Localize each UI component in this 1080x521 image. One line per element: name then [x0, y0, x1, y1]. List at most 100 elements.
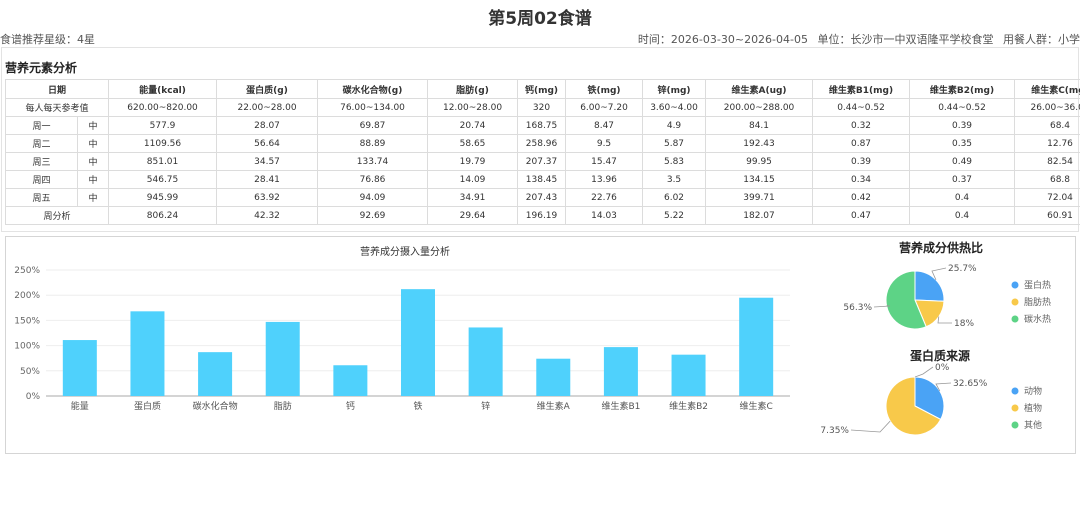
- table-cell: 63.92: [216, 188, 319, 207]
- table-cell: 0.37: [909, 170, 1016, 189]
- table-row: 周五中 945.99 63.92 94.09 34.91 207.43 22.76 6.02 3…: [5, 188, 1080, 207]
- data-label: 18%: [954, 319, 974, 329]
- x-tick-label: 脂肪: [274, 400, 292, 412]
- column-header: 维生素B2(mg): [909, 79, 1016, 99]
- table-cell: 0.42: [812, 188, 911, 207]
- x-tick-label: 维生素B2: [669, 400, 708, 412]
- table-cell: 399.71: [705, 188, 814, 207]
- table-cell: 14.09: [427, 170, 519, 189]
- table-cell: 14.03: [565, 206, 644, 225]
- table-cell: 6.02: [642, 188, 707, 207]
- recipe-meta: 时间：2026-03-30~2026-04-05 单位：长沙市一中双语隆平学校食…: [632, 31, 1080, 47]
- recipe-group: 用餐人群：小学: [1003, 33, 1080, 46]
- bar: [401, 289, 435, 396]
- table-row: 周二中 1109.56 56.64 88.89 58.65 258.96 9.5 5.87 19…: [5, 134, 1080, 153]
- data-label: 32.65%: [953, 379, 988, 389]
- column-header: 铁(mg): [565, 79, 644, 99]
- column-header: 碳水化合物(g): [317, 79, 429, 99]
- column-header: 维生素B1(mg): [812, 79, 911, 99]
- nutrition-section-title: 营养元素分析: [5, 61, 78, 75]
- table-cell: 69.87: [317, 116, 429, 135]
- table-cell: 42.32: [216, 206, 319, 225]
- legend-label: 其他: [1024, 419, 1042, 431]
- table-cell: 82.54: [1014, 152, 1080, 171]
- table-cell: 0.39: [812, 152, 911, 171]
- table-cell: 0.44~0.52: [812, 98, 911, 117]
- table-cell: 168.75: [517, 116, 567, 135]
- table-cell: 945.99: [108, 188, 218, 207]
- y-tick-label: 150%: [14, 316, 40, 326]
- table-cell: 0.44~0.52: [909, 98, 1016, 117]
- column-header: 维生素A(ug): [705, 79, 814, 99]
- table-cell: 207.37: [517, 152, 567, 171]
- table-row: 周四中 546.75 28.41 76.86 14.09 138.45 13.96 3.5 13…: [5, 170, 1080, 189]
- bar: [265, 321, 300, 396]
- table-cell: 851.01: [108, 152, 218, 171]
- table-cell: 20.74: [427, 116, 519, 135]
- column-header: 维生素C(mg): [1014, 79, 1080, 99]
- y-tick-label: 200%: [14, 291, 40, 301]
- column-header-date: 日期: [4, 79, 110, 99]
- table-cell: 99.95: [705, 152, 814, 171]
- leader-line: [937, 316, 952, 324]
- table-cell: 0.87: [812, 134, 911, 153]
- table-cell: 620.00~820.00: [108, 98, 218, 117]
- table-cell: 19.79: [427, 152, 519, 171]
- data-label: 67.35%: [820, 426, 849, 436]
- table-cell: 6.00~7.20: [565, 98, 644, 117]
- legend-label: 蛋白热: [1024, 279, 1051, 291]
- day-cell: 周四: [5, 170, 78, 189]
- table-cell: 577.9: [108, 116, 218, 135]
- summary-label: 周分析: [4, 206, 110, 225]
- meal-cell: 中: [76, 116, 110, 135]
- table-cell: 4.9: [642, 116, 707, 135]
- legend-label: 碳水热: [1024, 313, 1051, 325]
- table-cell: 258.96: [517, 134, 567, 153]
- y-tick-label: 0%: [26, 392, 41, 402]
- x-tick-label: 碳水化合物: [193, 400, 238, 412]
- table-cell: 0.32: [812, 116, 911, 135]
- y-tick-label: 50%: [20, 367, 40, 377]
- recipe-rating: 食谱推荐星级：4星: [0, 33, 95, 46]
- legend-label: 脂肪热: [1024, 296, 1051, 308]
- legend-marker: [1011, 421, 1019, 429]
- meal-cell: 中: [76, 170, 110, 189]
- table-cell: 192.43: [705, 134, 814, 153]
- x-tick-label: 维生素C: [740, 400, 773, 412]
- table-header-row: 日期 能量(kcal) 蛋白质(g) 碳水化合物(g) 脂肪(g) 钙(mg) 铁(mg) 锌…: [4, 79, 1080, 99]
- protein-source-pie-chart: 32.65% 67.35% 0% 动物植物其他: [820, 363, 1042, 436]
- bar: [739, 297, 774, 396]
- table-cell: 3.60~4.00: [642, 98, 707, 117]
- table-cell: 200.00~288.00: [705, 98, 814, 117]
- table-cell: 806.24: [108, 206, 218, 225]
- table-cell: 22.00~28.00: [216, 98, 319, 117]
- table-cell: 207.43: [517, 188, 567, 207]
- bar: [603, 347, 638, 396]
- legend-label: 植物: [1024, 402, 1042, 414]
- table-cell: 72.04: [1014, 188, 1080, 207]
- table-cell: 5.87: [642, 134, 707, 153]
- bar: [62, 340, 97, 396]
- table-cell: 12.76: [1014, 134, 1080, 153]
- x-tick-label: 维生素A: [537, 400, 571, 412]
- x-tick-label: 锌: [481, 400, 490, 412]
- legend-marker: [1011, 281, 1019, 289]
- table-cell: 13.96: [565, 170, 644, 189]
- reference-row: 每人每天参考值 620.00~820.00 22.00~28.00 76.00~134…: [4, 98, 1080, 117]
- x-tick-label: 蛋白质: [134, 400, 161, 412]
- summary-row: 周分析 806.24 42.32 92.69 29.64 196.19 14.03 5.22 1…: [4, 206, 1080, 225]
- y-tick-label: 250%: [14, 266, 40, 276]
- legend-marker: [1011, 404, 1019, 412]
- bar: [536, 358, 571, 396]
- table-cell: 56.64: [216, 134, 319, 153]
- data-label: 56.3%: [843, 303, 872, 313]
- table-cell: 133.74: [317, 152, 429, 171]
- table-cell: 0.35: [909, 134, 1016, 153]
- table-row: 周一中 577.9 28.07 69.87 20.74 168.75 8.47 4.9 84.1…: [5, 116, 1080, 135]
- table-cell: 0.4: [909, 188, 1016, 207]
- x-tick-label: 钙: [346, 400, 355, 412]
- heat-ratio-pie-chart: 25.7% 18% 56.3% 蛋白热脂肪热碳水热: [843, 264, 1051, 330]
- column-header: 钙(mg): [517, 79, 567, 99]
- x-tick-label: 铁: [413, 400, 422, 412]
- meal-cell: 中: [76, 188, 110, 207]
